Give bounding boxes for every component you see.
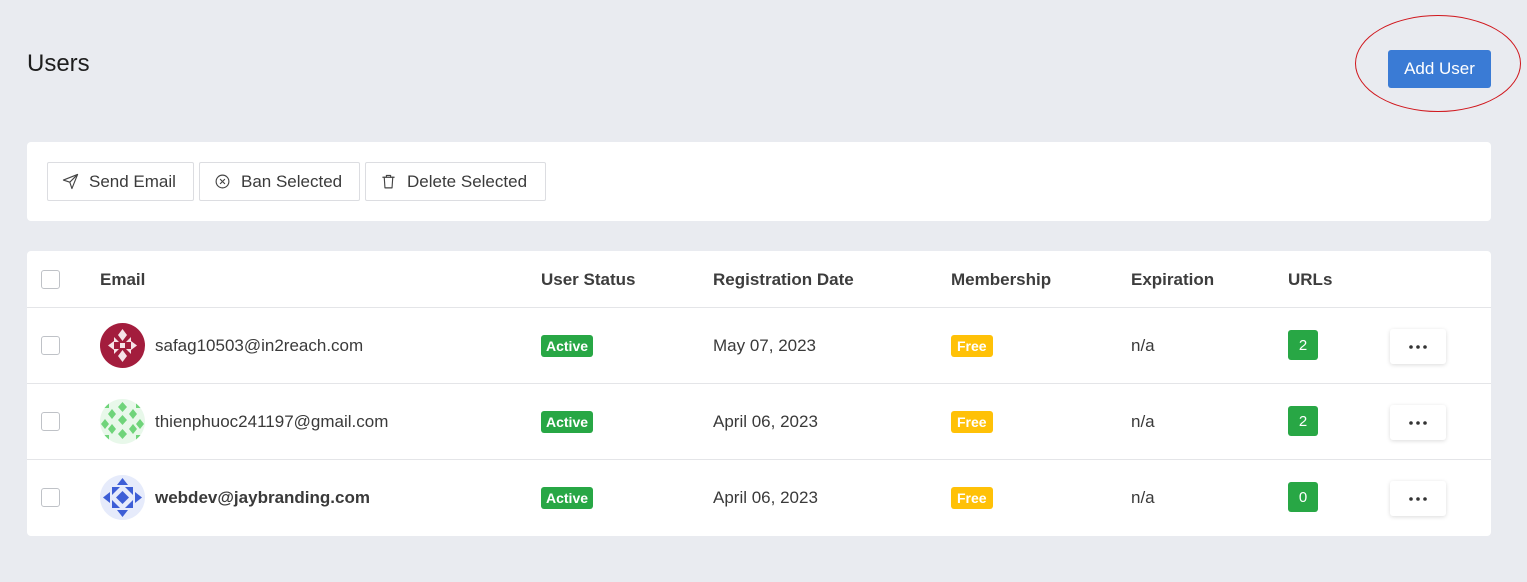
- ban-selected-label: Ban Selected: [241, 171, 343, 191]
- registration-date: April 06, 2023: [713, 412, 818, 431]
- expiration-value: n/a: [1131, 336, 1155, 355]
- row-checkbox[interactable]: [41, 412, 60, 431]
- send-icon: [62, 173, 79, 190]
- delete-selected-label: Delete Selected: [407, 171, 528, 191]
- table-row: thienphuoc241197@gmail.com Active April …: [27, 384, 1491, 460]
- column-header-urls: URLs: [1288, 270, 1333, 289]
- row-actions-button[interactable]: [1390, 405, 1446, 440]
- table-header: Email User Status Registration Date Memb…: [27, 251, 1491, 308]
- select-all-checkbox[interactable]: [41, 270, 60, 289]
- user-email: thienphuoc241197@gmail.com: [155, 412, 389, 431]
- users-table: Email User Status Registration Date Memb…: [27, 251, 1491, 536]
- membership-badge: Free: [951, 335, 993, 357]
- delete-selected-button[interactable]: Delete Selected: [365, 162, 546, 201]
- table-row: safag10503@in2reach.com Active May 07, 2…: [27, 308, 1491, 384]
- user-email: safag10503@in2reach.com: [155, 336, 364, 355]
- column-header-expiration: Expiration: [1131, 270, 1215, 289]
- more-options-icon: [1409, 420, 1427, 425]
- status-badge: Active: [541, 487, 594, 509]
- column-header-email: Email: [100, 270, 146, 289]
- row-checkbox[interactable]: [41, 488, 60, 507]
- avatar: [100, 323, 145, 368]
- url-count-badge: 2: [1288, 406, 1318, 436]
- ban-icon: [215, 174, 230, 189]
- registration-date: April 06, 2023: [713, 488, 818, 507]
- ban-selected-button[interactable]: Ban Selected: [199, 162, 360, 201]
- more-options-icon: [1409, 344, 1427, 349]
- membership-badge: Free: [951, 411, 993, 433]
- status-badge: Active: [541, 335, 594, 357]
- trash-icon: [382, 174, 395, 189]
- avatar: [100, 399, 145, 444]
- users-page: Users Add User Send Email Ban Selected D…: [0, 0, 1527, 582]
- membership-badge: Free: [951, 487, 993, 509]
- expiration-value: n/a: [1131, 488, 1155, 507]
- column-header-user-status: User Status: [541, 270, 636, 289]
- column-header-membership: Membership: [951, 270, 1052, 289]
- registration-date: May 07, 2023: [713, 336, 817, 355]
- url-count-badge: 2: [1288, 330, 1318, 360]
- identicon-avatar: [100, 323, 145, 368]
- user-email: webdev@jaybranding.com: [155, 488, 370, 507]
- identicon-avatar: [100, 475, 145, 520]
- row-actions-button[interactable]: [1390, 481, 1446, 516]
- column-header-registration-date: Registration Date: [713, 270, 854, 289]
- row-actions-button[interactable]: [1390, 329, 1446, 364]
- send-email-label: Send Email: [89, 171, 176, 191]
- bulk-actions-toolbar: Send Email Ban Selected Delete Selected: [27, 142, 1491, 221]
- page-title: Users: [27, 50, 90, 77]
- more-options-icon: [1409, 496, 1427, 501]
- identicon-avatar: [100, 399, 145, 444]
- send-email-button[interactable]: Send Email: [47, 162, 194, 201]
- add-user-button[interactable]: Add User: [1388, 50, 1491, 88]
- avatar: [100, 475, 145, 520]
- table-row: webdev@jaybranding.com Active April 06, …: [27, 460, 1491, 536]
- expiration-value: n/a: [1131, 412, 1155, 431]
- row-checkbox[interactable]: [41, 336, 60, 355]
- url-count-badge: 0: [1288, 482, 1318, 512]
- status-badge: Active: [541, 411, 594, 433]
